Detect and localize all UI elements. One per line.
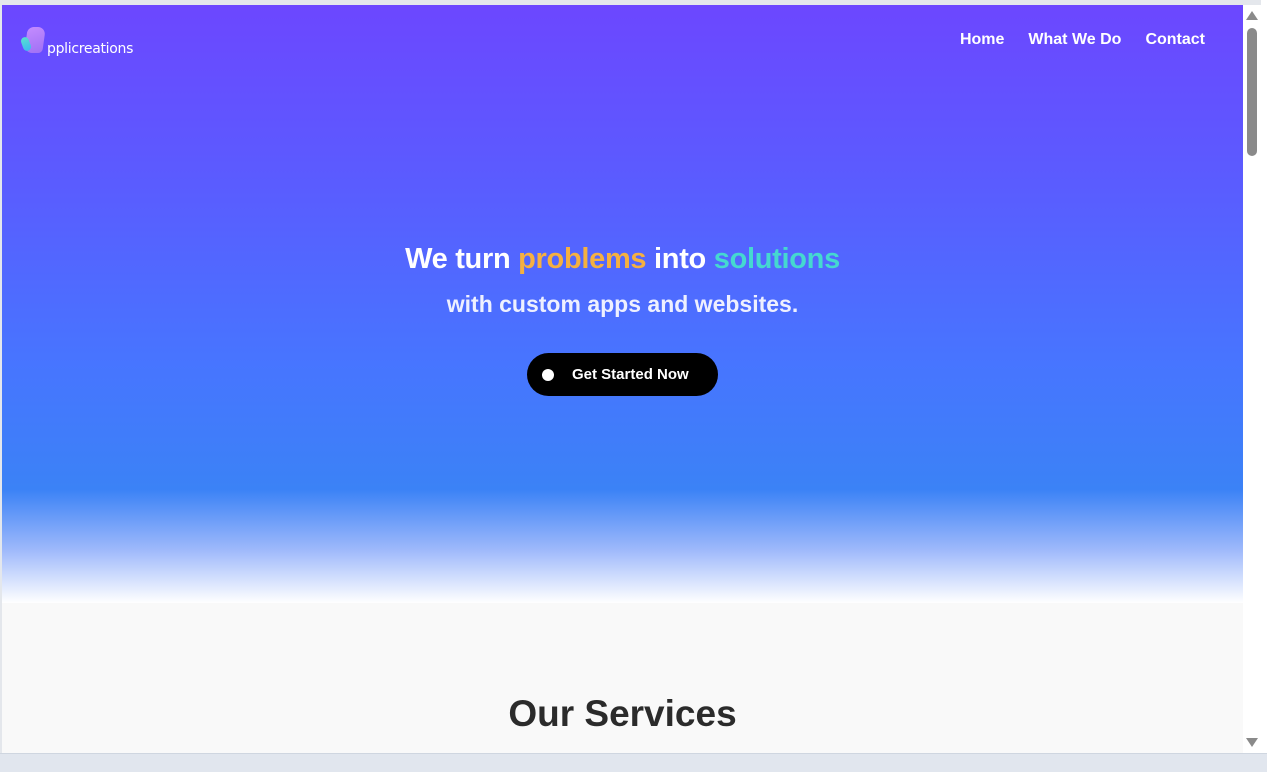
headline-solutions: solutions — [713, 243, 840, 275]
nav-item-contact[interactable]: Contact — [1145, 31, 1205, 49]
page-viewport: pplicreations Home What We Do Contact We… — [2, 5, 1243, 753]
headline-problems: problems — [518, 243, 647, 275]
scroll-up-arrow-icon[interactable] — [1246, 11, 1258, 20]
vertical-scrollbar[interactable] — [1243, 5, 1261, 753]
headline-prefix: We turn — [405, 243, 519, 275]
hero-subline: with custom apps and websites. — [446, 291, 799, 317]
hero-headline: We turn problems into solutions — [2, 243, 1243, 276]
logo-text: pplicreations — [47, 41, 134, 57]
main-nav: Home What We Do Contact — [960, 31, 1205, 49]
get-started-label: Get Started Now — [572, 366, 689, 383]
dot-icon — [542, 368, 554, 381]
headline-middle: into — [646, 243, 714, 275]
services-title: Our Services — [508, 693, 737, 734]
scroll-down-arrow-icon[interactable] — [1246, 738, 1258, 747]
taskbar — [0, 753, 1267, 772]
nav-item-home[interactable]: Home — [960, 31, 1004, 49]
scrollbar-thumb[interactable] — [1247, 28, 1257, 156]
brand-logo[interactable]: pplicreations — [19, 27, 134, 57]
window-edge — [1261, 0, 1267, 771]
get-started-button[interactable]: Get Started Now — [527, 353, 718, 396]
applicreations-logo-icon — [19, 27, 48, 57]
hero-section: pplicreations Home What We Do Contact We… — [2, 5, 1243, 603]
nav-item-what-we-do[interactable]: What We Do — [1028, 31, 1121, 49]
